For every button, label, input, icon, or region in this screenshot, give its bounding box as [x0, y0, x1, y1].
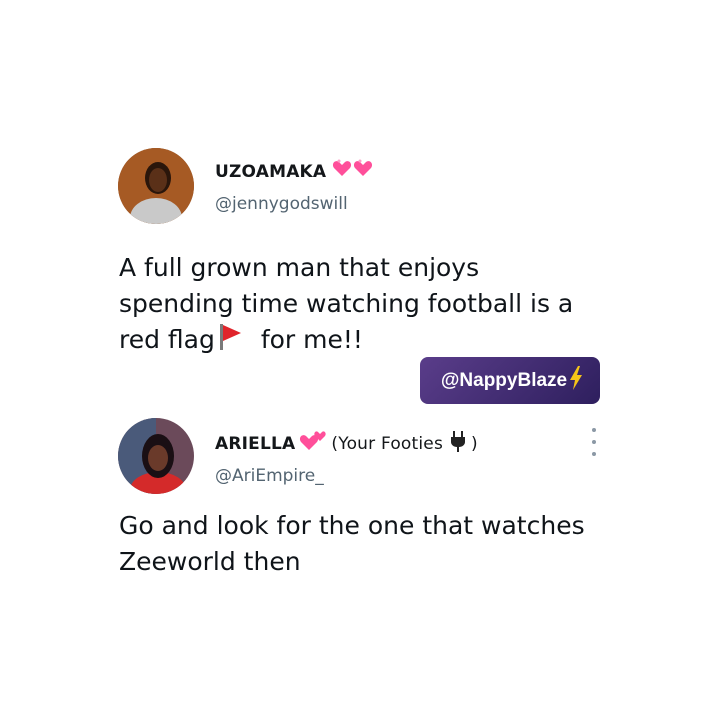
tweet-text-line: spending time watching football is a	[119, 289, 574, 318]
avatar[interactable]	[118, 418, 194, 494]
display-name-row[interactable]: UZOAMAKA	[215, 159, 374, 184]
display-name-row[interactable]: ARIELLA (Your Footies )	[215, 430, 478, 457]
handle[interactable]: @jennygodswill	[215, 194, 348, 214]
tweet-text: Go and look for the one that watches Zee…	[119, 508, 659, 580]
avatar[interactable]	[118, 148, 194, 224]
name-suffix-text: (Your Footies	[331, 433, 444, 454]
tweet-text-segment: for me!!	[252, 325, 363, 354]
heart-emojis	[332, 159, 374, 184]
tweet-text-segment: red flag	[119, 325, 215, 354]
tweet-text-line: Zeeworld then	[119, 547, 301, 576]
tweet-text: A full grown man that enjoys spending ti…	[119, 250, 639, 360]
tweet-text-line: A full grown man that enjoys	[119, 253, 480, 282]
more-options-icon[interactable]	[588, 428, 600, 456]
avatar-image	[118, 418, 194, 494]
lightning-icon	[569, 365, 583, 396]
display-name: UZOAMAKA	[215, 161, 327, 182]
red-flag-icon	[217, 322, 243, 360]
plug-icon	[449, 430, 467, 457]
tweet-text-line: Go and look for the one that watches	[119, 511, 585, 540]
watermark-badge: @NappyBlaze	[420, 357, 600, 404]
display-name: ARIELLA	[215, 433, 296, 454]
handle[interactable]: @AriEmpire_	[215, 466, 324, 486]
name-suffix: (Your Footies )	[331, 430, 478, 457]
avatar-image	[118, 148, 194, 224]
two-hearts-icon	[299, 430, 327, 457]
watermark-label: @NappyBlaze	[440, 369, 568, 391]
tweet-text-line: red flag for me!!	[119, 322, 639, 360]
name-suffix-close: )	[471, 433, 478, 454]
